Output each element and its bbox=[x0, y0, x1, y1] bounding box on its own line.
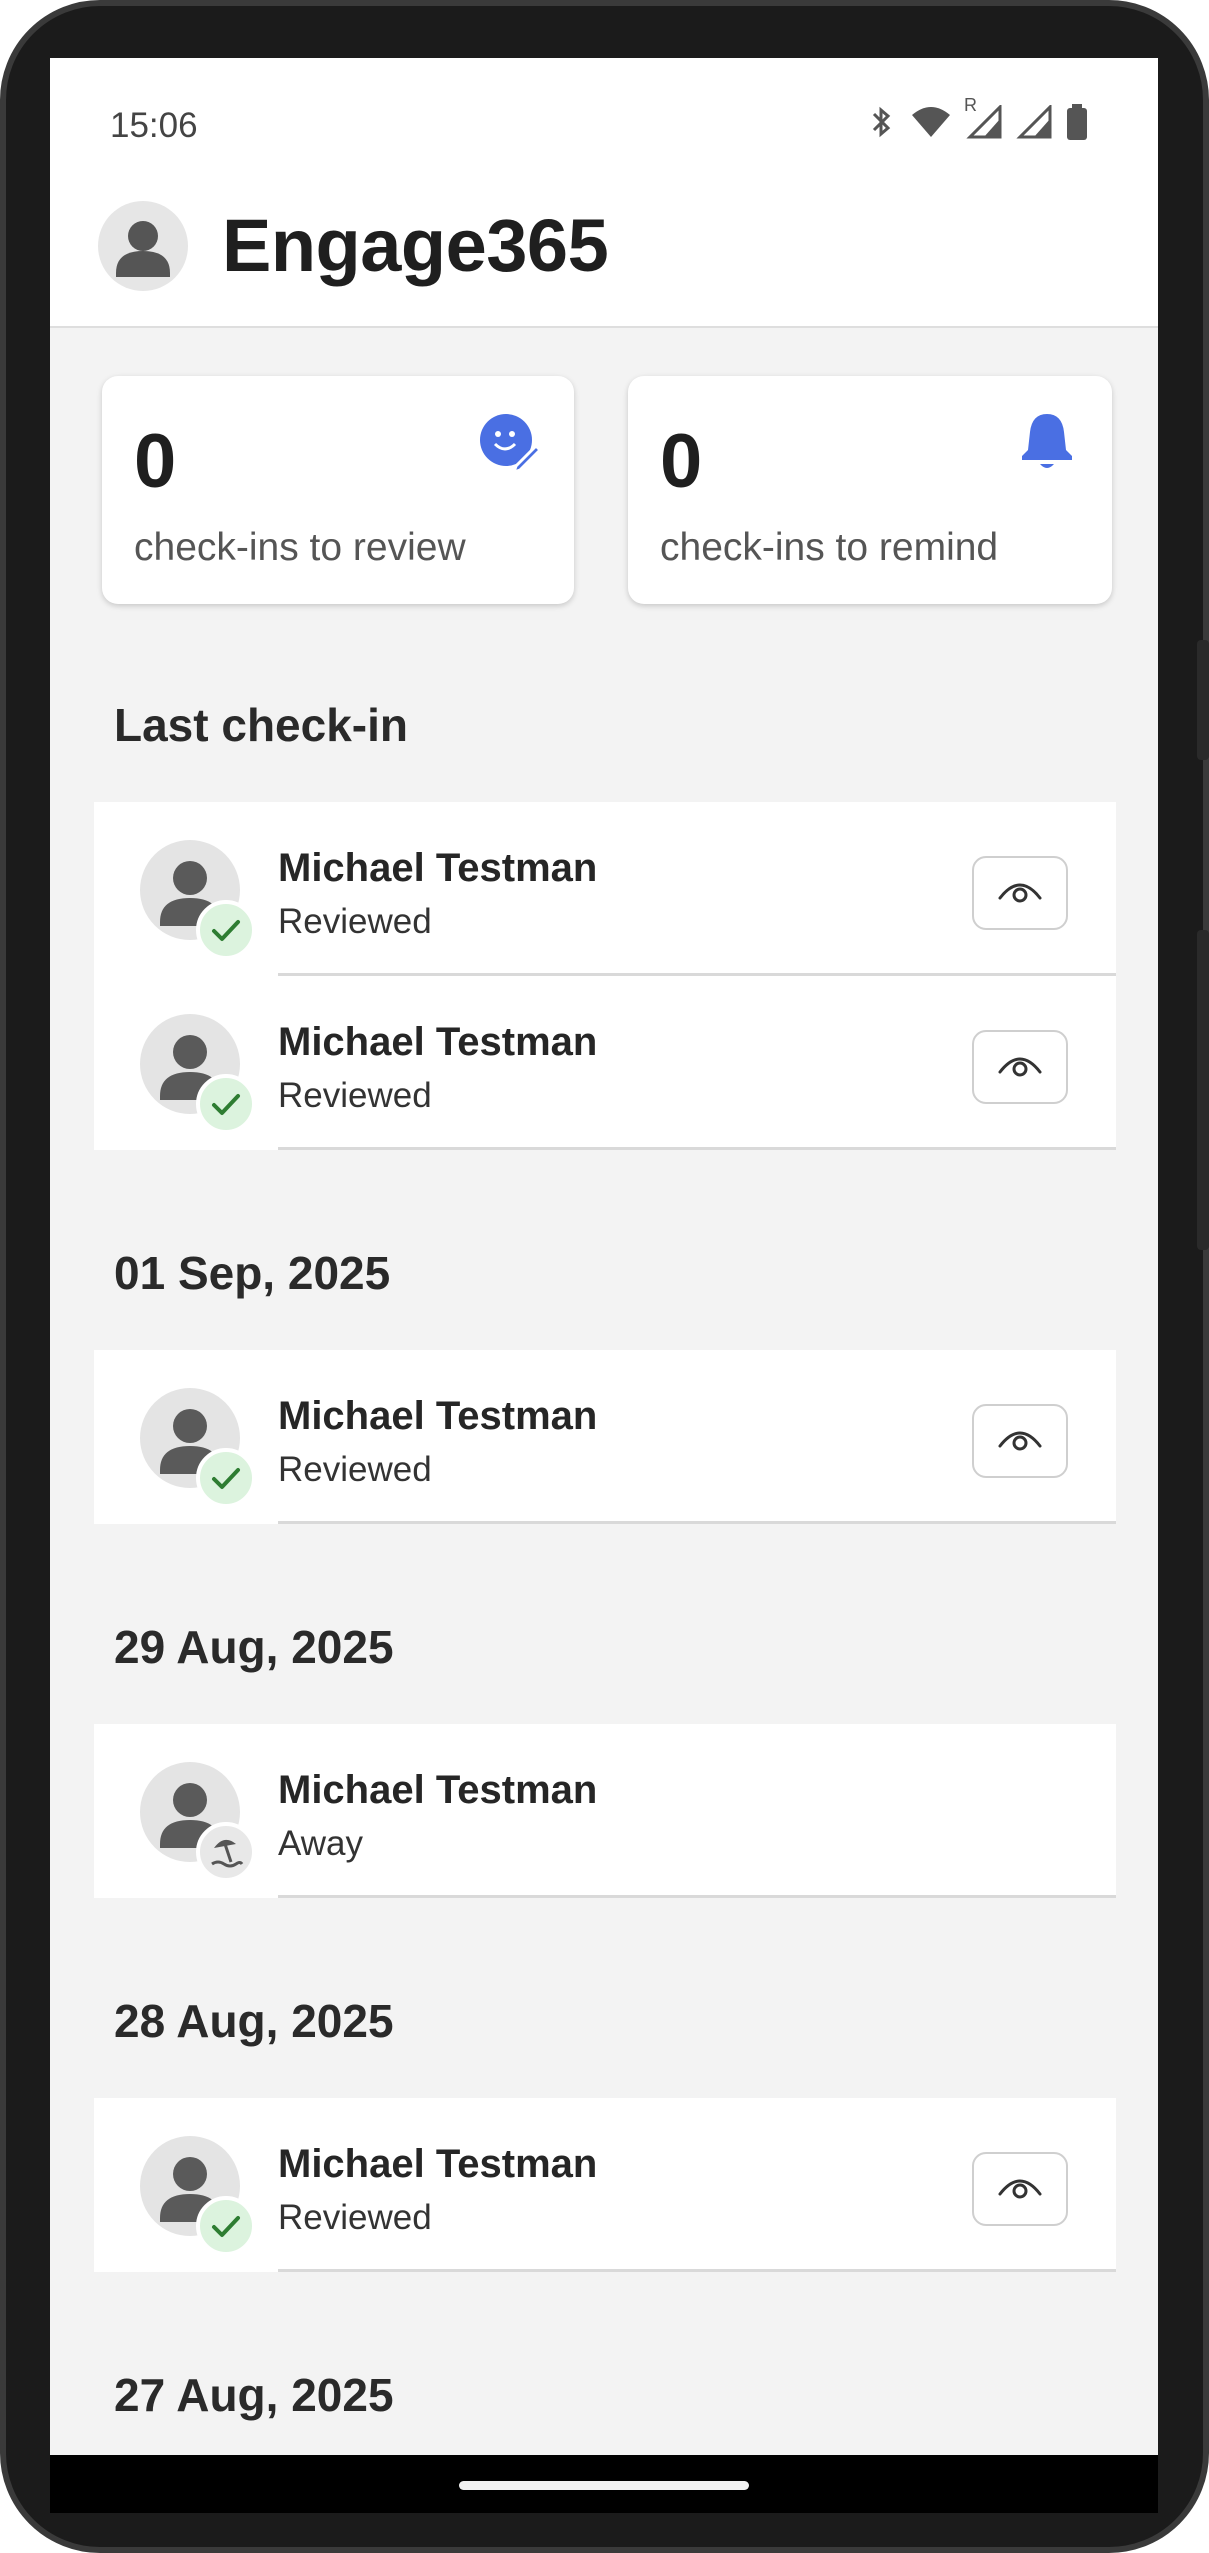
section-header: 27 Aug, 2025 bbox=[114, 2369, 394, 2421]
row-divider bbox=[278, 1895, 1116, 1898]
review-count: 0 bbox=[134, 419, 177, 504]
section-header: 01 Sep, 2025 bbox=[114, 1247, 391, 1299]
checkin-group: Michael Testman Reviewed bbox=[94, 2098, 1116, 2272]
smiley-edit-icon bbox=[478, 410, 543, 475]
checkin-status: Away bbox=[278, 1824, 363, 1863]
status-time: 15:06 bbox=[110, 106, 198, 145]
eye-icon bbox=[997, 1424, 1043, 1459]
app-title: Engage365 bbox=[222, 204, 609, 287]
view-checkin-button[interactable] bbox=[972, 1030, 1068, 1104]
checkin-status: Reviewed bbox=[278, 1450, 432, 1489]
screen: 15:06 R Engage365 0 check-ins to review … bbox=[50, 58, 1158, 2455]
person-icon bbox=[116, 221, 170, 277]
checkin-row[interactable]: Michael Testman Away bbox=[94, 1724, 1116, 1898]
checkin-row[interactable]: Michael Testman Reviewed bbox=[94, 2098, 1116, 2272]
power-button bbox=[1197, 640, 1209, 760]
bluetooth-icon bbox=[866, 104, 896, 145]
beach-umbrella-icon bbox=[196, 1822, 256, 1882]
user-name: Michael Testman bbox=[278, 846, 598, 890]
remind-label: check-ins to remind bbox=[660, 526, 999, 569]
signal-roaming-icon: R bbox=[964, 95, 1002, 144]
eye-icon bbox=[997, 1050, 1043, 1085]
eye-icon bbox=[997, 876, 1043, 911]
checkin-group: Michael Testman Reviewed Michael Testman… bbox=[94, 802, 1116, 1150]
app-header: 15:06 R Engage365 bbox=[50, 58, 1158, 328]
view-checkin-button[interactable] bbox=[972, 2152, 1068, 2226]
user-name: Michael Testman bbox=[278, 1020, 598, 1064]
review-label: check-ins to review bbox=[134, 526, 466, 569]
checkin-group: Michael Testman Reviewed bbox=[94, 1350, 1116, 1524]
roaming-label: R bbox=[964, 95, 977, 115]
user-name: Michael Testman bbox=[278, 1768, 598, 1812]
section-header: 28 Aug, 2025 bbox=[114, 1995, 394, 2047]
checkin-group: Michael Testman Away bbox=[94, 1724, 1116, 1898]
section-header: Last check-in bbox=[114, 699, 408, 751]
remind-count: 0 bbox=[660, 419, 703, 504]
device-frame: 15:06 R Engage365 0 check-ins to review … bbox=[0, 0, 1209, 2553]
checkin-row[interactable]: Michael Testman Reviewed bbox=[94, 976, 1116, 1150]
checkin-status: Reviewed bbox=[278, 2198, 432, 2237]
review-summary-card[interactable]: 0 check-ins to review bbox=[102, 376, 574, 604]
view-checkin-button[interactable] bbox=[972, 1404, 1068, 1478]
row-divider bbox=[278, 2269, 1116, 2272]
wifi-icon bbox=[910, 105, 952, 144]
profile-avatar[interactable] bbox=[98, 201, 188, 291]
checkin-row[interactable]: Michael Testman Reviewed bbox=[94, 802, 1116, 976]
row-divider bbox=[278, 1521, 1116, 1524]
check-icon bbox=[196, 900, 256, 960]
view-checkin-button[interactable] bbox=[972, 856, 1068, 930]
row-divider bbox=[278, 1147, 1116, 1150]
checkin-status: Reviewed bbox=[278, 1076, 432, 1115]
signal-icon bbox=[1016, 103, 1052, 144]
checkin-row[interactable]: Michael Testman Reviewed bbox=[94, 1350, 1116, 1524]
volume-button bbox=[1197, 930, 1209, 1250]
check-icon bbox=[196, 1448, 256, 1508]
section-header: 29 Aug, 2025 bbox=[114, 1621, 394, 1673]
remind-summary-card[interactable]: 0 check-ins to remind bbox=[628, 376, 1112, 604]
bell-icon bbox=[1016, 410, 1078, 472]
eye-icon bbox=[997, 2172, 1043, 2207]
home-gesture-pill[interactable] bbox=[459, 2481, 749, 2490]
checkin-status: Reviewed bbox=[278, 902, 432, 941]
check-icon bbox=[196, 1074, 256, 1134]
status-icons: R bbox=[866, 95, 1088, 145]
check-icon bbox=[196, 2196, 256, 2256]
user-name: Michael Testman bbox=[278, 1394, 598, 1438]
battery-icon bbox=[1066, 104, 1088, 145]
user-name: Michael Testman bbox=[278, 2142, 598, 2186]
